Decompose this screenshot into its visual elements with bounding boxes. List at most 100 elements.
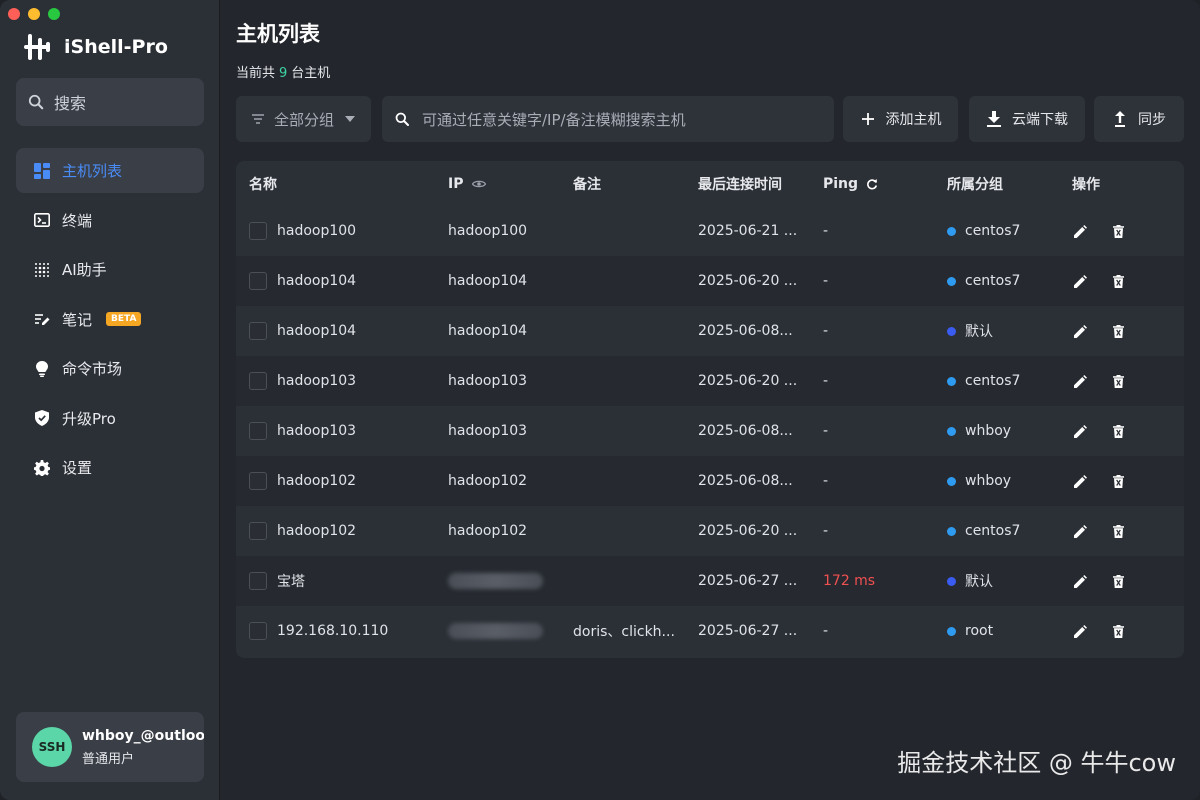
sidebar-item-host-list[interactable]: 主机列表	[16, 148, 204, 193]
edit-icon[interactable]	[1072, 323, 1088, 339]
table-row[interactable]: hadoop100 hadoop100 2025-06-21 ... - centos7	[236, 206, 1184, 256]
cell-group: whboy	[934, 423, 1059, 439]
group-color-dot	[947, 226, 956, 236]
cell-name: hadoop100	[236, 222, 435, 240]
table-row[interactable]: hadoop102 hadoop102 2025-06-20 ... - centos7	[236, 506, 1184, 556]
table-row[interactable]: hadoop104 hadoop104 2025-06-20 ... - centos7	[236, 256, 1184, 306]
group-name: whboy	[965, 473, 1012, 489]
minimize-window-button[interactable]	[28, 8, 40, 20]
cell-actions	[1059, 523, 1184, 539]
host-search-input[interactable]: 可通过任意关键字/IP/备注模糊搜索主机	[382, 96, 834, 142]
delete-icon[interactable]	[1110, 423, 1126, 439]
cell-actions	[1059, 573, 1184, 589]
group-name: centos7	[965, 223, 1021, 239]
sidebar-item-settings[interactable]: 设置	[16, 445, 204, 490]
edit-icon[interactable]	[1072, 623, 1088, 639]
zoom-window-button[interactable]	[48, 8, 60, 20]
eye-icon[interactable]	[471, 176, 487, 192]
edit-icon[interactable]	[1072, 223, 1088, 239]
header-label: IP	[448, 175, 464, 192]
sidebar-item-label: 主机列表	[62, 162, 123, 180]
delete-icon[interactable]	[1110, 473, 1126, 489]
cell-last-connect: 2025-06-27 ...	[698, 623, 798, 639]
cell-ip: hadoop104	[448, 323, 528, 339]
close-window-button[interactable]	[8, 8, 20, 20]
header-ip: IP	[435, 176, 560, 192]
note-edit-icon	[34, 311, 50, 327]
edit-icon[interactable]	[1072, 273, 1088, 289]
table-row[interactable]: hadoop103 hadoop103 2025-06-08... - whboy	[236, 406, 1184, 456]
cell-ip-wrap: hadoop102	[435, 523, 560, 539]
sidebar-item-label: 命令市场	[62, 360, 123, 378]
table-row[interactable]: hadoop103 hadoop103 2025-06-20 ... - centos7	[236, 356, 1184, 406]
cell-ping: 172 ms	[823, 573, 876, 589]
sidebar-item-notes[interactable]: 笔记 BETA	[16, 297, 204, 342]
sidebar-item-upgrade-pro[interactable]: 升级Pro	[16, 396, 204, 441]
row-checkbox[interactable]	[249, 372, 267, 390]
edit-icon[interactable]	[1072, 523, 1088, 539]
edit-icon[interactable]	[1072, 373, 1088, 389]
row-checkbox[interactable]	[249, 622, 267, 640]
cell-note: doris、clickh...	[573, 624, 675, 640]
edit-icon[interactable]	[1072, 473, 1088, 489]
search-icon	[394, 111, 410, 127]
brand: iShell-Pro	[24, 32, 168, 62]
window-controls	[8, 8, 60, 20]
delete-icon[interactable]	[1110, 623, 1126, 639]
shield-icon	[34, 410, 50, 426]
sidebar-item-terminal[interactable]: 终端	[16, 198, 204, 243]
table-row[interactable]: hadoop102 hadoop102 2025-06-08... - whboy	[236, 456, 1184, 506]
cell-ping: -	[823, 223, 829, 239]
cell-last-connect: 2025-06-21 ...	[698, 223, 798, 239]
delete-icon[interactable]	[1110, 273, 1126, 289]
sidebar-item-command-market[interactable]: 命令市场	[16, 346, 204, 391]
group-name: 默认	[965, 324, 993, 340]
avatar: SSH	[32, 727, 72, 767]
group-name: 默认	[965, 574, 993, 590]
delete-icon[interactable]	[1110, 323, 1126, 339]
table-row[interactable]: hadoop104 hadoop104 2025-06-08... - 默认	[236, 306, 1184, 356]
row-checkbox[interactable]	[249, 522, 267, 540]
row-checkbox[interactable]	[249, 472, 267, 490]
sidebar-item-label: AI助手	[62, 261, 107, 279]
sidebar-nav: 主机列表 终端 AI助手 笔记 BETA 命令市场 升级Pro 设置	[16, 148, 204, 495]
row-checkbox[interactable]	[249, 422, 267, 440]
row-checkbox[interactable]	[249, 322, 267, 340]
delete-icon[interactable]	[1110, 523, 1126, 539]
sync-button[interactable]: 同步	[1094, 96, 1184, 142]
host-search-placeholder: 可通过任意关键字/IP/备注模糊搜索主机	[422, 110, 686, 129]
row-checkbox[interactable]	[249, 222, 267, 240]
delete-icon[interactable]	[1110, 573, 1126, 589]
watermark: 掘金技术社区 @ 牛牛cow	[897, 749, 1176, 777]
sync-label: 同步	[1138, 112, 1166, 128]
cloud-download-button[interactable]: 云端下载	[969, 96, 1085, 142]
table-row[interactable]: 宝塔 2025-06-27 ... 172 ms 默认	[236, 556, 1184, 606]
sidebar-search[interactable]: 搜索	[16, 78, 204, 126]
cell-ping: -	[823, 273, 829, 289]
delete-icon[interactable]	[1110, 373, 1126, 389]
header-ping: Ping	[810, 176, 934, 192]
header-label: 所属分组	[947, 176, 1003, 193]
refresh-icon[interactable]	[864, 176, 880, 192]
delete-icon[interactable]	[1110, 223, 1126, 239]
header-last-connect: 最后连接时间	[685, 174, 810, 194]
host-count-suffix: 台主机	[291, 66, 331, 81]
sidebar-item-ai-assistant[interactable]: AI助手	[16, 247, 204, 292]
app-window: iShell-Pro 搜索 主机列表 终端 AI助手 笔记 BETA 命令市场 …	[0, 0, 1200, 800]
row-checkbox[interactable]	[249, 572, 267, 590]
cell-ip: hadoop102	[448, 473, 528, 489]
user-card[interactable]: SSH whboy_@outlook.com 普通用户	[16, 712, 204, 782]
group-color-dot	[947, 476, 956, 486]
table-row[interactable]: 192.168.10.110 doris、clickh... 2025-06-27 …	[236, 606, 1184, 656]
row-checkbox[interactable]	[249, 272, 267, 290]
add-host-button[interactable]: 添加主机	[843, 96, 958, 142]
cell-group: 默认	[934, 571, 1059, 591]
gear-icon	[34, 459, 50, 476]
beta-badge: BETA	[106, 312, 142, 326]
edit-icon[interactable]	[1072, 573, 1088, 589]
group-color-dot	[947, 326, 956, 336]
cell-ip-wrap: hadoop104	[435, 273, 560, 289]
cell-name: 192.168.10.110	[236, 622, 435, 640]
group-filter-dropdown[interactable]: 全部分组	[236, 96, 371, 142]
edit-icon[interactable]	[1072, 423, 1088, 439]
